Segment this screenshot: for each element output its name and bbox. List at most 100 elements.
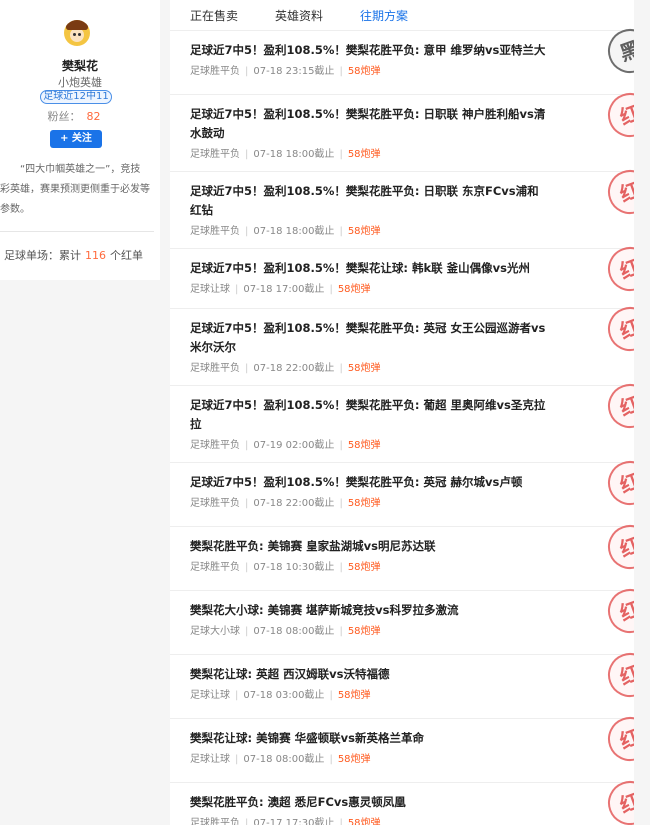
profile-description: “四大巾帼英雄之一”，竞技 彩英雄，赛果预测更侧重于必发等 参数。 xyxy=(0,160,156,220)
price: 58炮弹 xyxy=(347,498,381,509)
plan-meta: 足球胜平负 | 07-18 18:00截止 | 58炮弹 xyxy=(190,222,381,237)
separator: | xyxy=(245,149,249,160)
plan-item[interactable]: 樊梨花胜平负: 美锦赛 皇家盐湖城vs明尼苏达联足球胜平负 | 07-18 10:3… xyxy=(170,518,642,591)
plan-title[interactable]: 樊梨花大小球: 美锦赛 堪萨斯城竞技vs科罗拉多激流 xyxy=(190,601,550,620)
plan-item[interactable]: 足球近7中5！盈利108.5%！樊梨花胜平负: 意甲 维罗纳vs亚特兰大足球胜平… xyxy=(170,22,642,95)
play-type: 足球让球 xyxy=(190,754,230,765)
plan-item[interactable]: 樊梨花让球: 美锦赛 华盛顿联vs新英格兰革命足球让球 | 07-18 08:00截… xyxy=(170,710,642,783)
price: 58炮弹 xyxy=(337,284,371,295)
price: 58炮弹 xyxy=(347,149,381,160)
separator: | xyxy=(245,66,249,77)
plan-meta: 足球让球 | 07-18 17:00截止 | 58炮弹 xyxy=(190,280,371,295)
separator: | xyxy=(329,690,333,701)
profile-title: 小炮英雄 xyxy=(58,76,102,89)
separator: | xyxy=(235,754,239,765)
plan-title[interactable]: 樊梨花让球: 美锦赛 华盛顿联vs新英格兰革命 xyxy=(190,729,550,748)
plan-item[interactable]: 樊梨花让球: 英超 西汉姆联vs沃特福德 足球让球 | 07-18 03:00截止 | 5… xyxy=(170,646,642,719)
play-type: 足球让球 xyxy=(190,690,230,701)
deadline: 07-18 03:00截止 xyxy=(243,690,325,701)
deadline: 07-18 10:30截止 xyxy=(253,562,335,573)
plan-meta: 足球让球 | 07-18 08:00截止 | 58炮弹 xyxy=(190,750,371,765)
plan-item[interactable]: 樊梨花胜平负: 澳超 悉尼FCvs惠灵顿凤凰足球胜平负 | 07-17 17:30截… xyxy=(170,774,642,825)
deadline: 07-18 23:15截止 xyxy=(253,66,335,77)
description-line: 彩英雄，赛果预测更侧重于必发等 xyxy=(0,184,150,195)
deadline: 07-18 22:00截止 xyxy=(253,363,335,374)
fans-number: 82 xyxy=(86,110,101,123)
price: 58炮弹 xyxy=(347,66,381,77)
price: 58炮弹 xyxy=(347,226,381,237)
plan-meta: 足球胜平负 | 07-17 17:30截止 | 58炮弹 xyxy=(190,814,381,825)
plan-title[interactable]: 足球近7中5！盈利108.5%！樊梨花胜平负: 日职联 东京FCvs浦和红钻 xyxy=(190,182,550,220)
plan-meta: 足球大小球 | 07-18 08:00截止 | 58炮弹 xyxy=(190,622,381,637)
avatar-eye xyxy=(73,33,76,36)
record-badge: 足球近12中11 xyxy=(40,90,112,104)
plan-title[interactable]: 足球近7中5！盈利108.5%！樊梨花让球: 韩k联 釜山偶像vs光州 xyxy=(190,259,550,278)
price: 58炮弹 xyxy=(347,440,381,451)
separator: | xyxy=(245,440,249,451)
tab-bar: 正在售卖 英雄资料 往期方案 xyxy=(170,0,642,31)
play-type: 足球胜平负 xyxy=(190,66,240,77)
tab-past-plans[interactable]: 往期方案 xyxy=(360,7,408,24)
play-type: 足球胜平负 xyxy=(190,498,240,509)
divider xyxy=(0,231,154,232)
record-prefix: 足球单场：累计 xyxy=(4,249,81,262)
price: 58炮弹 xyxy=(347,626,381,637)
price: 58炮弹 xyxy=(337,754,371,765)
play-type: 足球胜平负 xyxy=(190,440,240,451)
deadline: 07-18 08:00截止 xyxy=(243,754,325,765)
separator: | xyxy=(339,626,343,637)
follow-button[interactable]: + 关注 xyxy=(50,130,102,148)
separator: | xyxy=(339,149,343,160)
fans-label: 粉丝： xyxy=(47,110,81,123)
deadline: 07-18 18:00截止 xyxy=(253,149,335,160)
separator: | xyxy=(339,562,343,573)
plan-title[interactable]: 樊梨花胜平负: 美锦赛 皇家盐湖城vs明尼苏达联 xyxy=(190,537,550,556)
play-type: 足球胜平负 xyxy=(190,818,240,825)
plan-item[interactable]: 樊梨花大小球: 美锦赛 堪萨斯城竞技vs科罗拉多激流 足球大小球 | 07-18 08… xyxy=(170,582,642,655)
price: 58炮弹 xyxy=(347,818,381,825)
play-type: 足球胜平负 xyxy=(190,226,240,237)
profile-card: 樊梨花 小炮英雄 足球近12中11 粉丝： 82 + 关注 “四大巾帼英雄之一”，… xyxy=(0,0,160,280)
tab-on-sale[interactable]: 正在售卖 xyxy=(190,7,238,24)
deadline: 07-17 17:30截止 xyxy=(253,818,335,825)
plan-title[interactable]: 樊梨花胜平负: 澳超 悉尼FCvs惠灵顿凤凰 xyxy=(190,793,550,812)
play-type: 足球胜平负 xyxy=(190,562,240,573)
record-count: 116 xyxy=(85,249,106,262)
separator: | xyxy=(245,562,249,573)
deadline: 07-18 18:00截止 xyxy=(253,226,335,237)
separator: | xyxy=(339,498,343,509)
avatar-eye xyxy=(78,33,81,36)
plan-title[interactable]: 足球近7中5！盈利108.5%！樊梨花胜平负: 日职联 神户胜利船vs清水鼓动 xyxy=(190,105,550,143)
plan-meta: 足球胜平负 | 07-18 22:00截止 | 58炮弹 xyxy=(190,494,381,509)
plan-title[interactable]: 足球近7中5！盈利108.5%！樊梨花胜平负: 意甲 维罗纳vs亚特兰大 xyxy=(190,41,550,60)
plan-title[interactable]: 足球近7中5！盈利108.5%！樊梨花胜平负: 英冠 女王公园巡游者vs米尔沃尔 xyxy=(190,319,550,357)
separator: | xyxy=(339,226,343,237)
red-record: 足球单场：累计 116 个红单 xyxy=(4,247,143,263)
scrollbar[interactable] xyxy=(634,0,642,825)
plan-item[interactable]: 足球近7中5！盈利108.5%！樊梨花让球: 韩k联 釜山偶像vs光州足球让球 |… xyxy=(170,240,642,309)
plan-meta: 足球胜平负 | 07-18 22:00截止 | 58炮弹 xyxy=(190,359,381,374)
avatar[interactable] xyxy=(64,20,90,46)
plan-item[interactable]: 足球近7中5！盈利108.5%！樊梨花胜平负: 英冠 女王公园巡游者vs米尔沃尔… xyxy=(170,300,642,386)
price: 58炮弹 xyxy=(337,690,371,701)
play-type: 足球胜平负 xyxy=(190,149,240,160)
plan-item[interactable]: 足球近7中5！盈利108.5%！樊梨花胜平负: 英冠 赫尔城vs卢顿足球胜平负 |… xyxy=(170,454,642,527)
separator: | xyxy=(245,363,249,374)
plan-item[interactable]: 足球近7中5！盈利108.5%！樊梨花胜平负: 日职联 神户胜利船vs清水鼓动足… xyxy=(170,86,642,172)
plan-item[interactable]: 足球近7中5！盈利108.5%！樊梨花胜平负: 日职联 东京FCvs浦和红钻足球… xyxy=(170,163,642,249)
record-suffix: 个红单 xyxy=(110,249,143,262)
plan-meta: 足球胜平负 | 07-18 18:00截止 | 58炮弹 xyxy=(190,145,381,160)
fans-count: 粉丝： 82 xyxy=(0,108,148,124)
plan-item[interactable]: 足球近7中5！盈利108.5%！樊梨花胜平负: 葡超 里奥阿维vs圣克拉拉足球胜… xyxy=(170,377,642,463)
plan-title[interactable]: 足球近7中5！盈利108.5%！樊梨花胜平负: 葡超 里奥阿维vs圣克拉拉 xyxy=(190,396,550,434)
deadline: 07-18 17:00截止 xyxy=(243,284,325,295)
separator: | xyxy=(339,66,343,77)
description-line: “四大巾帼英雄之一”，竞技 xyxy=(20,164,141,175)
avatar-hair xyxy=(66,20,88,30)
play-type: 足球大小球 xyxy=(190,626,240,637)
tab-hero-profile[interactable]: 英雄资料 xyxy=(275,7,323,24)
plan-title[interactable]: 足球近7中5！盈利108.5%！樊梨花胜平负: 英冠 赫尔城vs卢顿 xyxy=(190,473,550,492)
separator: | xyxy=(339,440,343,451)
plan-title[interactable]: 樊梨花让球: 英超 西汉姆联vs沃特福德 xyxy=(190,665,550,684)
price: 58炮弹 xyxy=(347,363,381,374)
